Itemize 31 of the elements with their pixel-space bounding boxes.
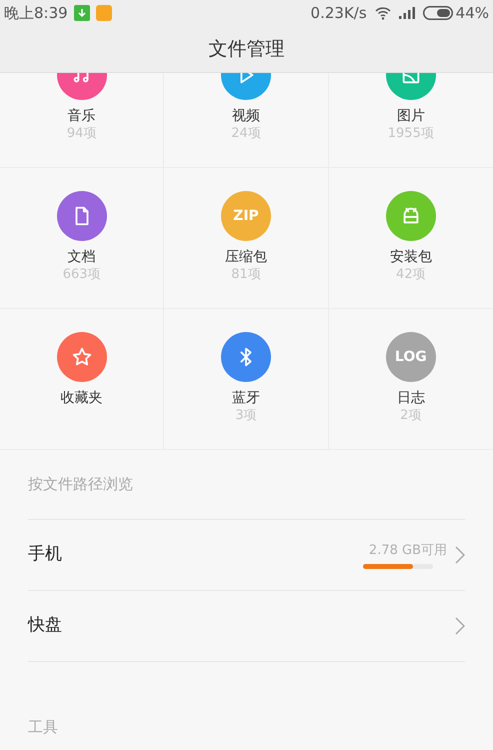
star-icon: [70, 346, 93, 368]
wifi-icon: [374, 6, 391, 20]
category-name: 图片: [396, 107, 425, 125]
badge-label: LOG: [394, 348, 427, 366]
category-name: 压缩包: [224, 248, 267, 266]
storage-name: 手机: [28, 543, 62, 566]
storage-name: 快盘: [28, 614, 62, 638]
storage-row[interactable]: 快盘: [28, 591, 465, 662]
download-notification-icon: [74, 5, 90, 22]
category-name: 蓝牙: [232, 389, 260, 407]
category-name: 日志: [396, 389, 425, 407]
category-name: 收藏夹: [60, 389, 103, 407]
badge-label: ZIP: [233, 206, 259, 226]
storage-row[interactable]: 手机 2.78 GB可用: [28, 520, 465, 591]
section-heading: 按文件路径浏览: [28, 474, 133, 496]
category-name: 音乐: [68, 107, 96, 125]
free-space-label: 2.78 GB可用: [368, 542, 447, 560]
signal-icon: [398, 7, 417, 20]
battery-percent: 44%: [456, 3, 489, 24]
battery-icon: [422, 6, 453, 20]
status-time: 晚上8:39: [4, 3, 68, 24]
category-name: 视频: [232, 107, 260, 125]
chevron-right-icon: [455, 546, 465, 564]
section-heading: 工具: [28, 716, 58, 738]
category-name: 安装包: [390, 248, 432, 266]
page-title: 文件管理: [208, 37, 284, 62]
network-speed: 0.23K/s: [310, 3, 367, 24]
chevron-right-icon: [455, 617, 465, 635]
app-notification-icon: [96, 5, 112, 22]
category-name: 文档: [68, 248, 96, 266]
category-tile[interactable]: 收藏夹: [0, 309, 164, 449]
